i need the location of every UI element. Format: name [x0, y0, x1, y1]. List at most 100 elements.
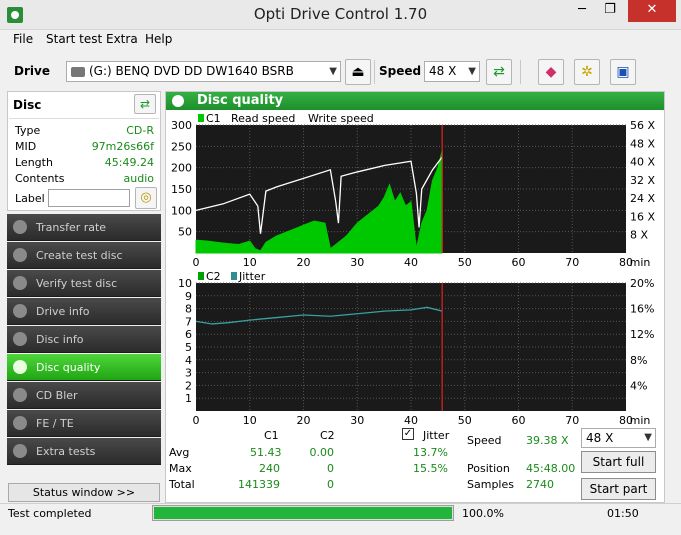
- drive-select[interactable]: (G:) BENQ DVD DD DW1640 BSRB ▼: [66, 61, 341, 82]
- nav-item-label: Verify test disc: [36, 277, 118, 290]
- elapsed-time: 01:50: [607, 507, 639, 520]
- menu-extra[interactable]: Extra: [106, 32, 138, 46]
- save-button[interactable]: ▣: [610, 59, 636, 85]
- refresh-disc-button[interactable]: ⇄: [134, 94, 156, 114]
- erase-button[interactable]: ◆: [538, 59, 564, 85]
- x-tick-label: 30: [350, 414, 364, 427]
- nav-item-verify-test-disc[interactable]: Verify test disc: [7, 270, 161, 297]
- x-tick-label: 50: [458, 414, 472, 427]
- nav-item-label: Transfer rate: [36, 221, 107, 234]
- y-tick-label: 4: [185, 354, 192, 367]
- test-speed-select[interactable]: 48 X ▼: [581, 428, 656, 448]
- legend-swatch: [198, 272, 204, 280]
- chevron-down-icon: ▼: [644, 432, 652, 443]
- y-tick-label: 7: [185, 315, 192, 328]
- x-tick-label: 0: [193, 256, 200, 269]
- total-label: Total: [169, 478, 195, 491]
- legend-c2: C2: [206, 270, 221, 283]
- samples-value: 2740: [526, 478, 554, 491]
- speed-label: Speed: [379, 64, 422, 78]
- nav-item-label: Extra tests: [36, 445, 96, 458]
- x-tick-label: 10: [243, 414, 257, 427]
- y2-tick-label: 40 X: [630, 156, 655, 169]
- maximize-button[interactable]: ❐: [596, 0, 624, 22]
- nav-item-drive-info[interactable]: Drive info: [7, 298, 161, 325]
- nav-disc-icon: [13, 332, 27, 346]
- eject-button[interactable]: ⏏: [345, 59, 371, 85]
- x-tick-label: 0: [193, 414, 200, 427]
- y-tick-label: 300: [171, 119, 192, 132]
- eject-icon: ⏏: [351, 64, 365, 80]
- y2-tick-label: 4%: [630, 379, 647, 392]
- speed-stat-label: Speed: [467, 434, 502, 447]
- sidebar: Disc ⇄ Type CD-R MID 97m26s66f Length 45…: [7, 91, 161, 503]
- y-tick-label: 250: [171, 140, 192, 153]
- disc-label-button[interactable]: ◎: [135, 187, 157, 209]
- max-label: Max: [169, 462, 192, 475]
- type-value: CD-R: [126, 124, 154, 137]
- position-label: Position: [467, 462, 510, 475]
- menu-file[interactable]: File: [13, 32, 33, 46]
- refresh-icon: ⇄: [139, 97, 151, 111]
- nav-item-disc-quality[interactable]: Disc quality: [7, 354, 161, 381]
- nav-disc-icon: [13, 220, 27, 234]
- menu-help[interactable]: Help: [145, 32, 172, 46]
- samples-label: Samples: [467, 478, 514, 491]
- progress-bar: [152, 505, 454, 521]
- label-input[interactable]: [48, 189, 130, 207]
- nav-item-fe-te[interactable]: FE / TE: [7, 410, 161, 437]
- max-c1: 240: [259, 462, 280, 475]
- y-tick-label: 150: [171, 183, 192, 196]
- mid-label: MID: [15, 140, 37, 153]
- panel-title: Disc quality: [197, 93, 284, 108]
- start-full-button[interactable]: Start full: [581, 451, 656, 473]
- settings-icon: ✲: [581, 64, 593, 80]
- jitter-checkbox[interactable]: ✓: [402, 428, 414, 440]
- refresh-speed-button[interactable]: ⇄: [486, 59, 512, 85]
- nav-disc-icon: [13, 248, 27, 262]
- x-tick-label: 60: [512, 414, 526, 427]
- total-c2: 0: [327, 478, 334, 491]
- y2-tick-label: 16%: [630, 303, 654, 316]
- legend-c1: C1: [206, 112, 221, 125]
- drive-label: Drive: [14, 64, 50, 78]
- y2-tick-label: 8%: [630, 354, 647, 367]
- length-value: 45:49.24: [104, 156, 154, 169]
- test-speed-select-value: 48 X: [586, 431, 614, 445]
- close-button[interactable]: ✕: [628, 0, 676, 22]
- avg-c1: 51.43: [250, 446, 282, 459]
- disc-quality-panel: Disc quality C1 Read speed Write speed 0 10 2…: [165, 91, 665, 503]
- settings-button[interactable]: ✲: [574, 59, 600, 85]
- nav-item-label: Disc quality: [36, 361, 101, 374]
- avg-c2: 0.00: [309, 446, 335, 459]
- x-unit-label: min: [630, 256, 651, 269]
- y-tick-label: 8: [185, 303, 192, 316]
- total-c1: 141339: [238, 478, 280, 491]
- contents-label: Contents: [15, 172, 65, 185]
- drive-select-value: (G:) BENQ DVD DD DW1640 BSRB: [89, 64, 294, 78]
- menu-bar: File Start test Extra Help: [0, 30, 681, 50]
- y-tick-label: 1: [185, 392, 192, 405]
- nav-item-disc-info[interactable]: Disc info: [7, 326, 161, 353]
- nav-item-cd-bler[interactable]: CD Bler: [7, 382, 161, 409]
- status-window-button[interactable]: Status window >>: [8, 483, 160, 502]
- nav-item-transfer-rate[interactable]: Transfer rate: [7, 214, 161, 241]
- nav-item-extra-tests[interactable]: Extra tests: [7, 438, 161, 465]
- nav-disc-icon: [13, 304, 27, 318]
- speed-stat-value: 39.38 X: [526, 434, 569, 447]
- menu-start-test[interactable]: Start test: [46, 32, 102, 46]
- y2-tick-label: 20%: [630, 277, 654, 290]
- y2-tick-label: 32 X: [630, 174, 655, 187]
- nav-item-label: Create test disc: [36, 249, 123, 262]
- speed-select[interactable]: 48 X ▼: [424, 61, 480, 82]
- label-label: Label: [15, 192, 45, 205]
- nav-item-create-test-disc[interactable]: Create test disc: [7, 242, 161, 269]
- panel-header: Disc quality: [166, 92, 664, 110]
- x-tick-label: 20: [297, 256, 311, 269]
- toolbar-separator: [520, 60, 521, 84]
- app-window: Opti Drive Control 1.70 ─ ❐ ✕ File Start…: [0, 0, 681, 535]
- minimize-button[interactable]: ─: [568, 0, 596, 22]
- legend-swatch: [231, 272, 237, 280]
- max-c2: 0: [327, 462, 334, 475]
- start-part-button[interactable]: Start part: [581, 478, 656, 500]
